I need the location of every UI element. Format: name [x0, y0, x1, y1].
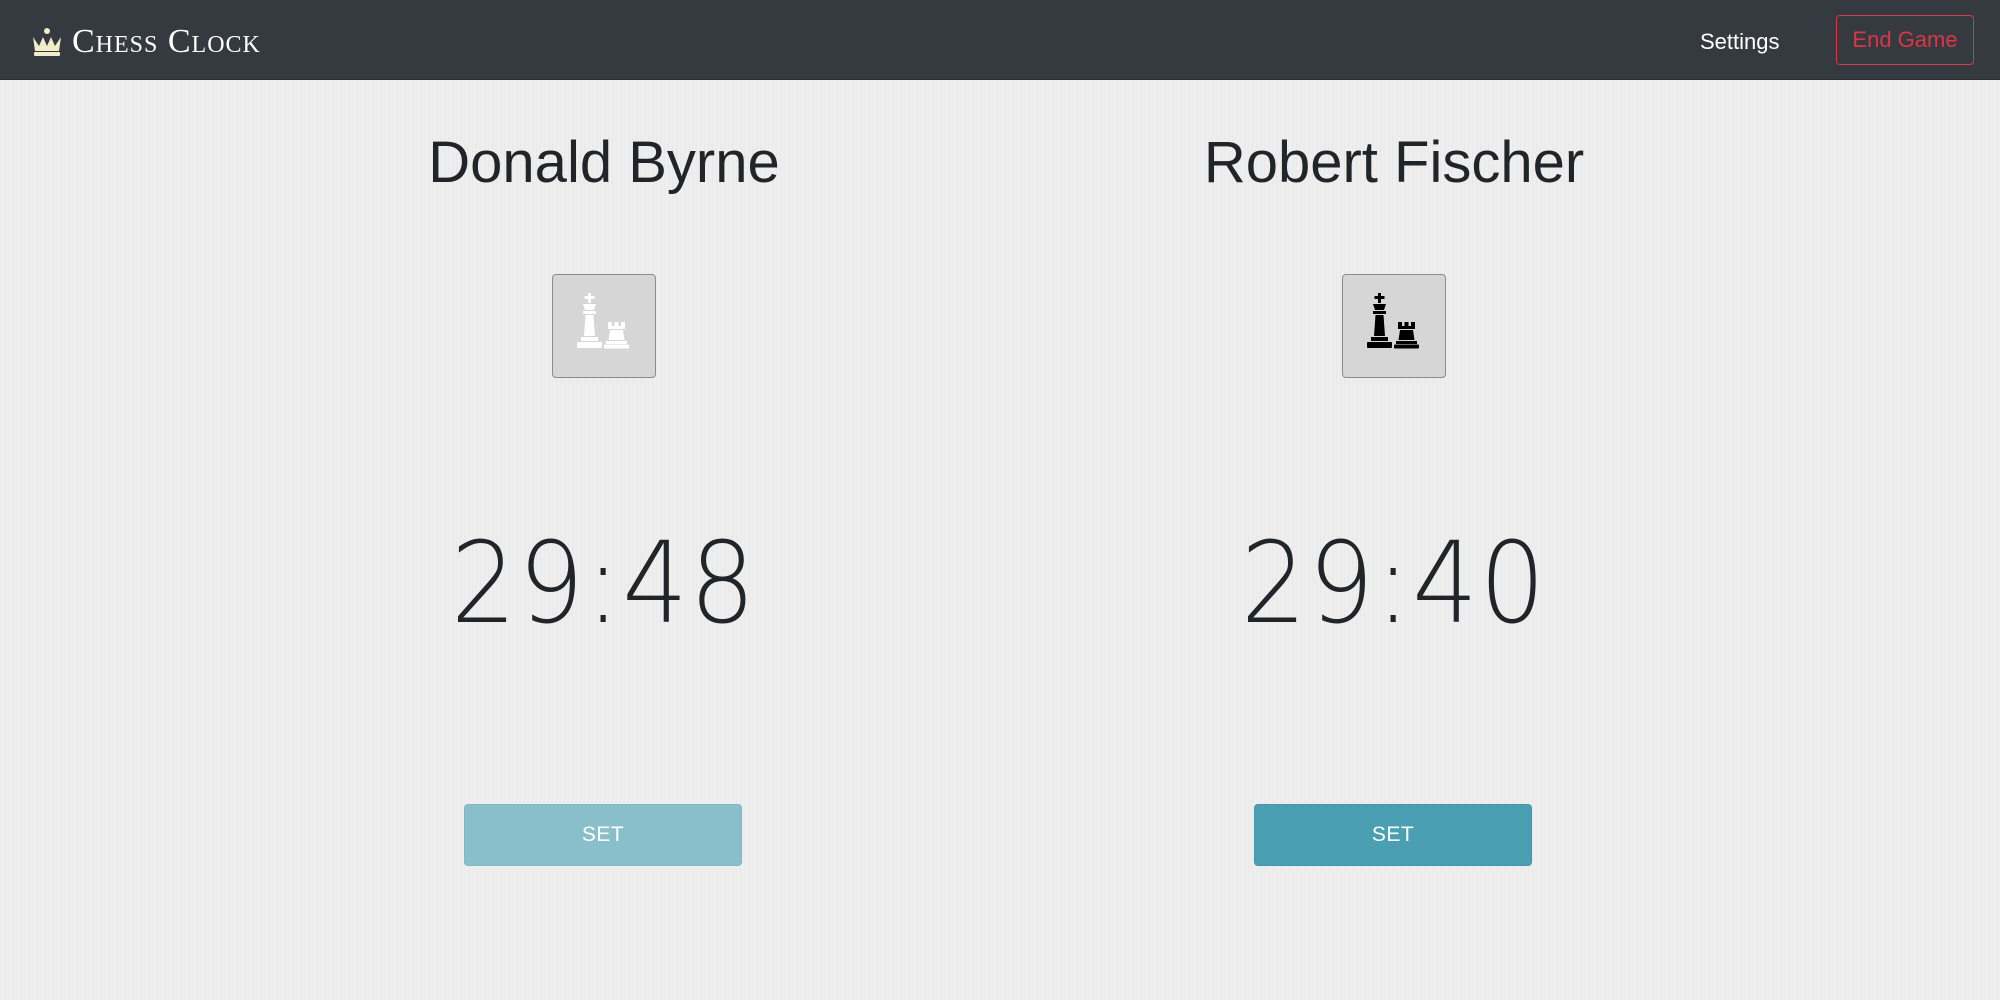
player-panel-white: Donald Byrne 29:48 SET [354, 80, 854, 980]
clock-time: 29:40 [1240, 519, 1548, 649]
clock-time: 29:48 [450, 519, 758, 649]
set-button[interactable]: SET [1254, 804, 1532, 866]
brand-link[interactable]: Chess Clock [30, 20, 261, 64]
settings-link[interactable]: Settings [1700, 22, 1780, 62]
player-name: Donald Byrne [428, 130, 780, 195]
end-game-button[interactable]: End Game [1836, 15, 1974, 65]
player-panel-black: Robert Fischer 29:40 SET [1144, 80, 1644, 980]
crown-icon [30, 25, 64, 59]
set-button[interactable]: SET [464, 804, 742, 866]
white-king-rook-icon [552, 274, 656, 378]
player-name: Robert Fischer [1203, 130, 1585, 195]
brand-title: Chess Clock [72, 23, 261, 60]
black-king-rook-icon [1342, 274, 1446, 378]
top-navbar: Chess Clock Settings End Game [0, 0, 2000, 80]
